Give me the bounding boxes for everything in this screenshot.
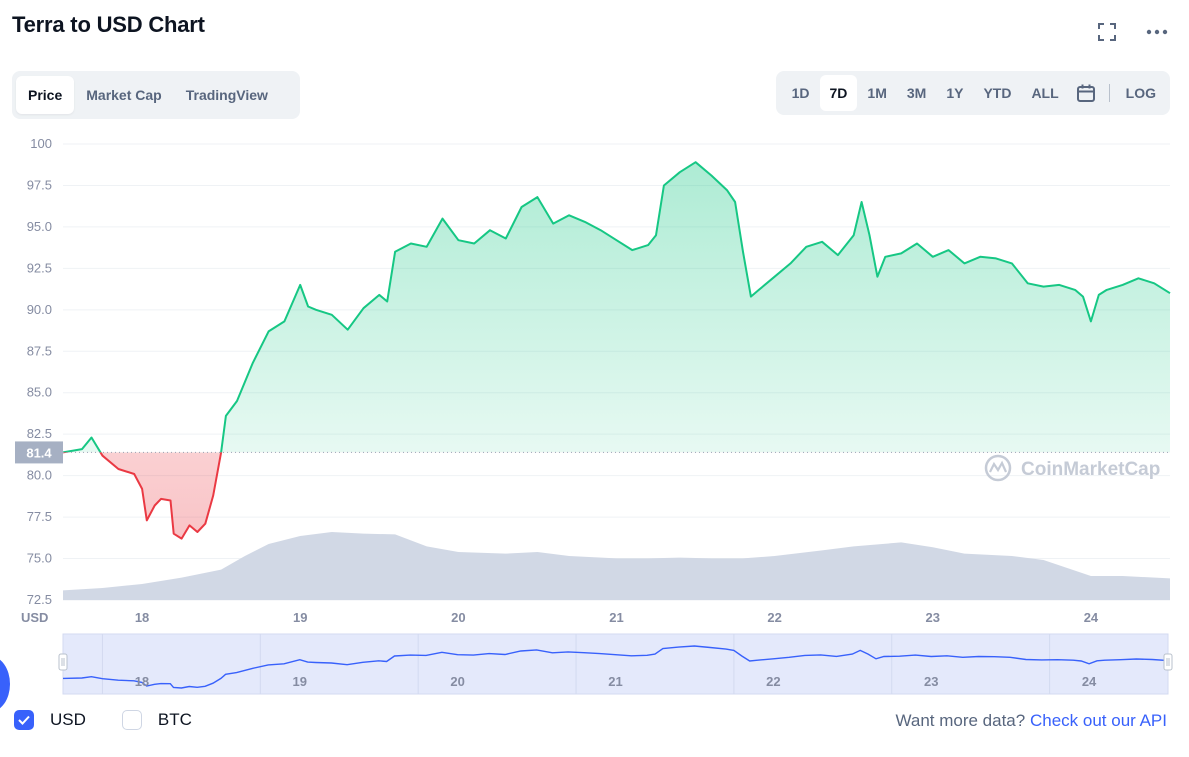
log-scale-button[interactable]: LOG	[1116, 75, 1166, 111]
top-icons	[1095, 20, 1169, 44]
range-1m[interactable]: 1M	[857, 75, 896, 111]
y-tick-label: 95.0	[27, 219, 52, 234]
navigator-tick-label: 22	[766, 674, 780, 689]
x-tick-label: 20	[451, 610, 465, 625]
range-3m[interactable]: 3M	[897, 75, 936, 111]
range-1d[interactable]: 1D	[782, 75, 820, 111]
y-tick-label: 100	[30, 136, 52, 151]
price-area-up	[63, 162, 1170, 453]
range-all[interactable]: ALL	[1021, 75, 1068, 111]
navigator-tick-label: 21	[608, 674, 622, 689]
chart-type-tabs: Price Market Cap TradingView	[12, 71, 300, 119]
usd-checkbox[interactable]	[14, 710, 34, 730]
range-1y[interactable]: 1Y	[936, 75, 973, 111]
divider	[1108, 84, 1110, 102]
x-tick-label: 23	[926, 610, 940, 625]
range-7d[interactable]: 7D	[819, 75, 858, 111]
range-ytd[interactable]: YTD	[973, 75, 1021, 111]
navigator-tick-label: 20	[450, 674, 464, 689]
navigator-tick-label: 23	[924, 674, 938, 689]
navigator-tick-label: 24	[1082, 674, 1097, 689]
x-tick-label: 18	[135, 610, 149, 625]
api-link[interactable]: Check out our API	[1030, 711, 1167, 730]
tab-tradingview[interactable]: TradingView	[174, 76, 280, 114]
y-tick-label: 90.0	[27, 302, 52, 317]
legend-btc-label: BTC	[157, 710, 192, 729]
navigator-tick-label: 18	[135, 674, 149, 689]
y-tick-label: 72.5	[27, 592, 52, 607]
legend-usd[interactable]: USD	[14, 710, 86, 730]
x-tick-label: 24	[1084, 610, 1099, 625]
watermark-text: CoinMarketCap	[1021, 459, 1160, 480]
y-tick-label: 75.0	[27, 551, 52, 566]
navigator-tick-label: 19	[293, 674, 307, 689]
y-tick-label: 82.5	[27, 426, 52, 441]
check-icon	[18, 715, 30, 725]
calendar-icon[interactable]	[1069, 75, 1103, 111]
y-tick-label: 80.0	[27, 468, 52, 483]
tab-price[interactable]: Price	[16, 76, 75, 114]
y-unit-label: USD	[21, 610, 48, 625]
y-tick-label: 97.5	[27, 177, 52, 192]
price-chart[interactable]: 100 97.5 95.0 92.5 90.0 87.5 85.0 82.5 80.0 77.5 7…	[0, 125, 1189, 630]
y-tick-label: 87.5	[27, 343, 52, 358]
legend-btc[interactable]: BTC	[121, 710, 192, 730]
navigator-handle-left[interactable]	[58, 653, 68, 671]
page-title: Terra to USD Chart	[12, 12, 205, 37]
y-tick-label: 77.5	[27, 509, 52, 524]
more-icon[interactable]	[1145, 20, 1169, 44]
fullscreen-icon[interactable]	[1095, 20, 1119, 44]
chart-navigator[interactable]: 18 19 20 21 22 23 24	[0, 632, 1189, 696]
x-tick-label: 21	[609, 610, 623, 625]
x-tick-label: 22	[767, 610, 781, 625]
time-range-selector: 1D 7D 1M 3M 1Y YTD ALL LOG	[775, 71, 1170, 115]
x-tick-label: 19	[293, 610, 307, 625]
currency-legend: USD BTC	[14, 710, 228, 730]
watermark: CoinMarketCap	[984, 454, 1160, 482]
baseline-label: 81.4	[26, 445, 52, 460]
tab-market-cap[interactable]: Market Cap	[74, 76, 173, 114]
volume-area	[63, 532, 1170, 600]
api-promo: Want more data? Check out our API	[895, 711, 1167, 731]
y-tick-label: 85.0	[27, 385, 52, 400]
y-tick-label: 92.5	[27, 260, 52, 275]
legend-usd-label: USD	[50, 710, 86, 729]
api-prefix: Want more data?	[895, 711, 1026, 730]
navigator-handle-right[interactable]	[1163, 653, 1173, 671]
btc-checkbox[interactable]	[121, 710, 142, 730]
